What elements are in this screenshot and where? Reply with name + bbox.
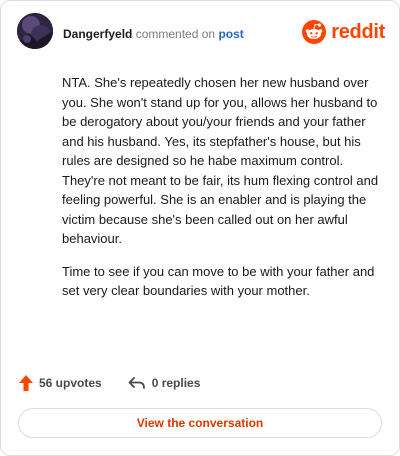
avatar[interactable]: [17, 13, 53, 49]
comment-header: Dangerfyeld commented on post reddit: [17, 13, 385, 57]
username[interactable]: Dangerfyeld: [63, 27, 132, 41]
avatar-image: [17, 13, 53, 49]
comment-embed-card: Dangerfyeld commented on post reddit NTA…: [0, 0, 400, 456]
view-conversation-button[interactable]: View the conversation: [18, 408, 382, 438]
comment-paragraph: NTA. She's repeatedly chosen her new hus…: [62, 75, 379, 246]
brand-wordmark: reddit: [331, 20, 385, 43]
replies-button[interactable]: 0 replies: [128, 376, 201, 390]
reply-count: 0 replies: [151, 376, 201, 390]
action-text: commented on: [135, 27, 216, 41]
comment-actions: 56 upvotes 0 replies: [19, 372, 200, 394]
comment-body: NTA. She's repeatedly chosen her new hus…: [62, 73, 382, 314]
reply-arrow-icon: [128, 377, 145, 389]
comment-paragraph: Time to see if you can move to be with y…: [62, 263, 375, 299]
reddit-snoo-icon: [302, 20, 327, 44]
upvote-button[interactable]: 56 upvotes: [19, 375, 102, 391]
upvote-count: 56 upvotes: [39, 376, 102, 390]
reddit-logo[interactable]: reddit: [302, 19, 385, 45]
post-link[interactable]: post: [218, 27, 243, 41]
upvote-arrow-icon: [19, 375, 33, 391]
comment-meta: Dangerfyeld commented on post: [63, 27, 244, 41]
